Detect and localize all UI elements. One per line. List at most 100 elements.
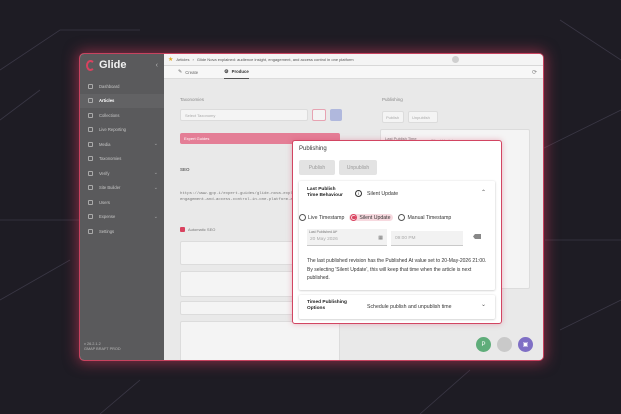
sidebar-item-label: Live Reporting [99, 127, 127, 133]
radio-icon [299, 214, 306, 221]
summary-field[interactable] [180, 321, 340, 360]
app-logo-text: Glide [99, 59, 127, 71]
sidebar-item-taxonomies[interactable]: Taxonomies [80, 152, 164, 167]
last-published-time-field[interactable]: 09:00 PM [391, 231, 463, 246]
sidebar-item-label: Verify [99, 170, 110, 176]
refresh-icon[interactable]: ⟳ [532, 69, 537, 76]
settings-icon [88, 228, 93, 234]
timed-publishing-value: Schedule publish and unpublish time [367, 304, 452, 310]
last-published-date-field[interactable]: Last Published At* 20 May 2026 ▦ [307, 229, 387, 246]
breadcrumb-separator-icon: › [192, 57, 194, 62]
site-builder-icon [88, 185, 93, 191]
publishing-popup: Publishing Publish Unpublish Last Publis… [292, 140, 502, 324]
sidebar-item-label: Dashboard [99, 83, 120, 89]
publishing-title: Publishing [299, 146, 327, 152]
sidebar-footer: v 26.2.1.2 GMAP BRAFT PROD [84, 342, 121, 352]
calendar-icon[interactable]: ▦ [378, 235, 383, 241]
checkbox-icon [180, 227, 185, 232]
sidebar-item-media[interactable]: Media ⌄ [80, 137, 164, 152]
sidebar-header: Glide ‹ [80, 54, 164, 76]
tab-label: Produce [231, 69, 249, 74]
avatar[interactable] [452, 56, 459, 63]
date-field-label: Last Published At* [309, 230, 338, 234]
unpublish-button-bg[interactable]: Unpublish [408, 111, 438, 123]
timed-publishing-card[interactable]: Timed Publishing Options Schedule publis… [299, 295, 495, 319]
sidebar-item-settings[interactable]: Settings [80, 224, 164, 239]
sidebar-item-articles[interactable]: Articles [80, 93, 164, 108]
sidebar-item-label: Users [99, 199, 110, 205]
taxonomies-icon [88, 156, 93, 162]
publishing-heading-bg: Publishing [382, 97, 403, 102]
label-line: Options [307, 306, 326, 311]
last-publish-label: Last Publish Time Behaviour [307, 187, 349, 199]
tab-create[interactable]: ✎ Create [178, 66, 198, 79]
chevron-down-icon: ⌄ [153, 141, 158, 148]
sidebar-item-label: Settings [99, 228, 115, 234]
seo-heading: SEO [180, 167, 190, 172]
collections-icon [88, 112, 93, 118]
send-button[interactable] [312, 109, 326, 121]
breadcrumb-root[interactable]: Articles [176, 57, 189, 62]
glide-logo-icon [86, 59, 95, 71]
sidebar-item-label: Site Builder [99, 185, 121, 191]
unpublish-button[interactable]: Unpublish [339, 160, 377, 175]
users-icon [88, 199, 93, 205]
sidebar-item-label: Media [99, 141, 111, 147]
timestamp-radio-group: Live Timestamp Silent Update Manual Time… [299, 214, 451, 221]
radio-silent-update[interactable]: Silent Update [349, 214, 394, 221]
sidebar-item-users[interactable]: Users [80, 195, 164, 210]
radio-checked-icon [350, 214, 358, 221]
publish-button[interactable]: Publish [299, 160, 335, 175]
star-icon[interactable]: ★ [168, 56, 173, 63]
gear-icon: ⚙ [224, 68, 229, 75]
sidebar-item-label: Expense [99, 214, 116, 220]
save-icon: ▣ [522, 342, 529, 348]
publish-fab[interactable]: P [476, 337, 491, 352]
sidebar-item-live-reporting[interactable]: Live Reporting [80, 123, 164, 138]
chevron-down-icon: ⌄ [153, 184, 158, 191]
sidebar-item-dashboard[interactable]: Dashboard [80, 79, 164, 94]
radio-manual-timestamp[interactable]: Manual Timestamp [398, 214, 451, 221]
chevron-down-icon: ⌄ [153, 213, 158, 220]
sidebar-item-collections[interactable]: Collections [80, 108, 164, 123]
chevron-down-icon: ⌄ [153, 170, 158, 177]
tab-label: Create [185, 69, 199, 75]
dashboard-icon [88, 83, 93, 89]
radio-live-timestamp[interactable]: Live Timestamp [299, 214, 344, 221]
preview-fab[interactable] [497, 337, 512, 352]
sidebar: Glide ‹ Dashboard Articles Collections L… [80, 54, 164, 360]
tab-bar: ✎ Create ⚙ Produce ⟳ [164, 66, 543, 79]
sidebar-item-verify[interactable]: Verify ⌄ [80, 166, 164, 181]
sidebar-item-expense[interactable]: Expense ⌄ [80, 210, 164, 225]
taxonomies-heading: Taxonomies [180, 97, 205, 102]
add-taxonomy-button[interactable] [330, 109, 342, 121]
info-icon[interactable]: i [355, 190, 362, 197]
timed-publishing-label: Timed Publishing Options [307, 300, 367, 312]
save-fab[interactable]: ▣ [518, 337, 533, 352]
taxonomy-select[interactable]: Select Taxonomy [180, 109, 308, 121]
automatic-seo-toggle[interactable]: Automatic SEO [180, 227, 215, 232]
radio-label: Manual Timestamp [407, 214, 452, 221]
sidebar-item-label: Collections [99, 112, 120, 118]
date-field-value: 20 May 2026 [310, 237, 338, 242]
automatic-seo-label: Automatic SEO [188, 227, 216, 232]
last-publish-value: Silent Update [367, 191, 399, 197]
label-line: Time Behaviour [307, 193, 343, 198]
verify-icon [88, 170, 93, 176]
user-label: GMAP BRAFT PROD [84, 347, 121, 351]
top-bar: ★ Articles › Glide Nova explained: audie… [164, 54, 543, 66]
expense-icon [88, 214, 93, 220]
last-publish-header[interactable]: Last Publish Time Behaviour i Silent Upd… [299, 181, 495, 207]
publish-button-bg[interactable]: Publish [382, 111, 404, 123]
radio-label: Silent Update [359, 214, 391, 221]
tab-produce[interactable]: ⚙ Produce [224, 66, 249, 79]
media-icon [88, 141, 93, 147]
articles-icon [88, 98, 93, 104]
collapse-chevron-icon[interactable]: ‹ [156, 62, 158, 69]
chevron-down-icon[interactable]: ⌄ [481, 301, 486, 308]
sidebar-item-site-builder[interactable]: Site Builder ⌄ [80, 181, 164, 196]
sidebar-nav: Dashboard Articles Collections Live Repo… [80, 79, 164, 239]
pencil-icon: ✎ [178, 69, 183, 75]
sidebar-item-label: Articles [99, 98, 115, 104]
chevron-up-icon[interactable]: ⌃ [481, 189, 486, 196]
